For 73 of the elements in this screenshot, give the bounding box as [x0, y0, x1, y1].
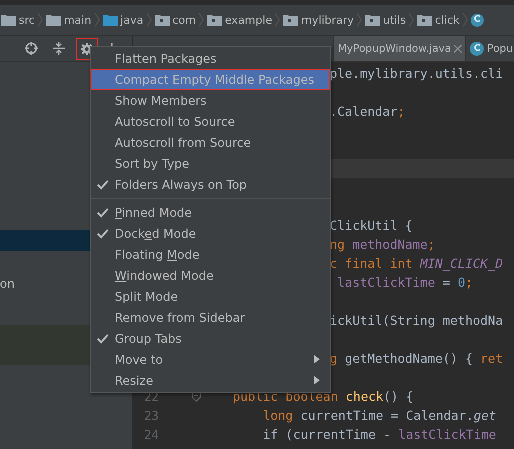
folder-icon [207, 14, 222, 26]
code-line: ickUtil(String methodNa [330, 313, 504, 328]
line-number: 24 [144, 428, 159, 442]
folder-icon [417, 14, 432, 26]
line-number: 23 [144, 408, 159, 422]
breadcrumb-item[interactable]: com [172, 14, 196, 26]
menu-item-label: Pinned Mode [115, 206, 192, 220]
breadcrumb-item[interactable]: main [64, 14, 92, 26]
code-line: c final int MIN_CLICK_D [330, 256, 504, 271]
menu-item[interactable]: Group Tabs [91, 328, 330, 349]
menu-item[interactable]: Flatten Packages [91, 48, 330, 69]
chevron-icon [462, 13, 468, 27]
menu-item[interactable]: Show Members [91, 90, 330, 111]
menu-item-label: Resize [115, 374, 154, 388]
collapse-icon[interactable] [53, 42, 65, 55]
menu-item[interactable]: Autoscroll to Source [91, 111, 330, 132]
breadcrumb-item[interactable]: click [435, 14, 460, 26]
menu-item-label: Remove from Sidebar [115, 310, 246, 324]
code-line: long currentTime = Calendar.get [262, 408, 496, 423]
breadcrumb-item[interactable]: src [19, 14, 36, 26]
menu-item-label: Split Mode [115, 290, 178, 304]
chevron-icon [38, 13, 44, 27]
folder-icon [283, 14, 298, 26]
class-icon: C [470, 14, 484, 26]
folder-icon [365, 14, 380, 26]
menu-item-label: Move to [115, 352, 164, 366]
menu-item[interactable]: Docked Mode [91, 223, 330, 244]
tree-item-text[interactable]: on [0, 275, 15, 293]
chevron-icon [94, 13, 100, 27]
editor-tab[interactable]: MyPopupWindow.java [334, 36, 466, 61]
chevron-icon [357, 13, 362, 27]
menu-item[interactable]: Autoscroll from Source [91, 132, 330, 153]
breadcrumb-item[interactable]: utils [383, 14, 406, 26]
menu-item[interactable]: Floating Mode [91, 244, 330, 265]
menu-item-label: Show Members [115, 94, 207, 108]
class-icon: C [470, 42, 484, 56]
code-line: ple.mylibrary.utils.cli [330, 66, 504, 81]
menu-item-label: Sort by Type [115, 156, 190, 170]
chevron-icon [409, 13, 414, 27]
code-line: if (currentTime - lastClickTime [262, 427, 496, 442]
menu-item-label: Compact Empty Middle Packages [115, 72, 314, 86]
menu-item[interactable]: Pinned Mode [91, 202, 330, 223]
menu-item[interactable]: Resize [91, 370, 330, 391]
folder-icon [46, 14, 62, 26]
code-line: .Calendar; [330, 104, 406, 119]
menu-item[interactable]: Folders Always on Top [91, 174, 330, 195]
chevron-icon [275, 13, 280, 27]
code-line: lastClickTime = 0; [336, 275, 473, 290]
folder-icon [102, 14, 118, 26]
menu-item[interactable]: Sort by Type [91, 153, 330, 174]
code-line: ClickUtil { [330, 218, 413, 233]
folder-icon [1, 14, 16, 26]
menu-item-label: Floating Mode [115, 248, 200, 262]
menu-item[interactable]: Remove from Sidebar [91, 307, 330, 328]
menu-item-label: Windowed Mode [115, 268, 214, 282]
menu-item[interactable]: Split Mode [91, 286, 330, 307]
menu-item-label: Flatten Packages [115, 52, 217, 66]
folder-icon [154, 14, 170, 26]
menu-item[interactable]: Move to [91, 349, 330, 370]
breadcrumb-item[interactable]: example [225, 14, 272, 26]
menu-item[interactable]: Windowed Mode [91, 265, 330, 286]
code-line: ng methodName; [330, 237, 436, 252]
menu-item-label: Folders Always on Top [115, 178, 248, 192]
code-line: g getMethodName() { ret [330, 351, 504, 366]
breadcrumb-item[interactable]: java [120, 14, 144, 26]
breadcrumb-item[interactable]: mylibrary [301, 14, 354, 26]
menu-item-label: Group Tabs [115, 332, 182, 346]
menu-item-label: Autoscroll from Source [115, 136, 252, 150]
menu-item-label: Autoscroll to Source [115, 114, 236, 128]
chevron-icon [146, 13, 152, 27]
chevron-icon [199, 13, 204, 27]
crosshair-icon[interactable] [24, 42, 38, 55]
menu-item-label: Docked Mode [115, 226, 196, 240]
